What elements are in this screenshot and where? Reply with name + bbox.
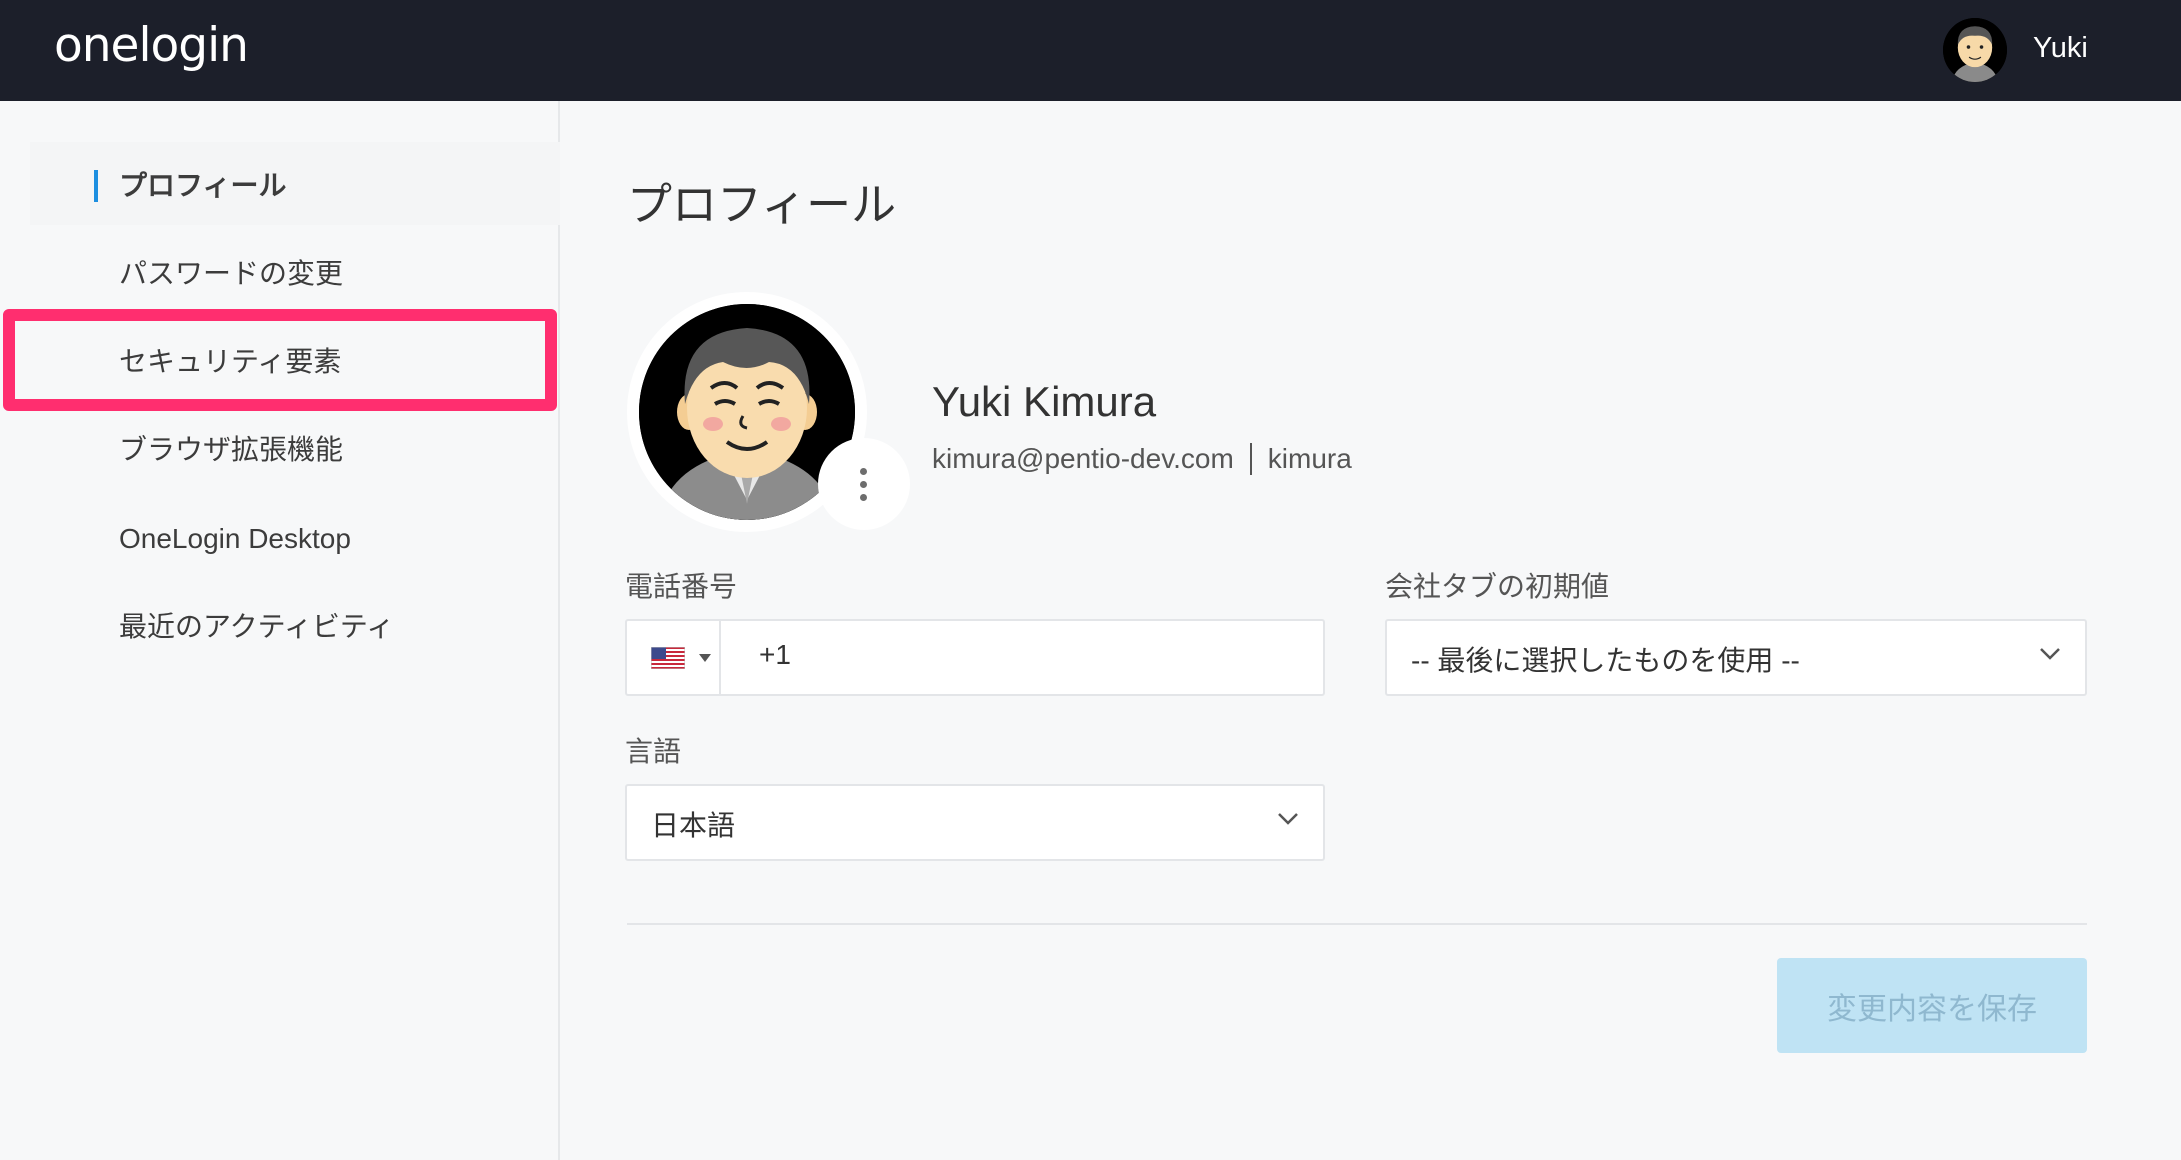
user-avatar[interactable] <box>1943 18 2007 82</box>
language-label: 言語 <box>625 736 682 767</box>
user-login: kimura <box>1267 443 1352 474</box>
page-title: プロフィール <box>627 179 897 230</box>
section-divider <box>627 923 2087 925</box>
sidebar-active-background <box>30 142 560 225</box>
chevron-down-icon <box>2040 648 2060 660</box>
header-username[interactable]: Yuki <box>2033 32 2088 65</box>
user-avatar-image <box>1943 18 2007 82</box>
security-factors-highlight <box>3 309 557 411</box>
sidebar: プロフィール パスワードの変更 セキュリティ要素 ブラウザ拡張機能 OneLog… <box>0 101 560 1160</box>
language-value: 日本語 <box>651 810 736 841</box>
sidebar-item-change-password[interactable]: パスワードの変更 <box>119 254 343 294</box>
meta-separator <box>1249 443 1252 475</box>
sidebar-item-browser-extension[interactable]: ブラウザ拡張機能 <box>119 430 343 470</box>
phone-input[interactable]: +1 <box>759 639 791 671</box>
sidebar-item-onelogin-desktop[interactable]: OneLogin Desktop <box>119 519 351 559</box>
sidebar-active-indicator <box>94 170 98 202</box>
more-vertical-icon <box>860 468 867 475</box>
chevron-down-icon <box>1278 813 1298 825</box>
phone-label: 電話番号 <box>625 571 738 602</box>
user-email: kimura@pentio-dev.com <box>932 443 1234 474</box>
sidebar-item-recent-activity[interactable]: 最近のアクティビティ <box>119 607 394 647</box>
country-code-select[interactable] <box>627 621 721 694</box>
phone-field: +1 <box>625 619 1325 696</box>
user-full-name: Yuki Kimura <box>932 378 1157 425</box>
avatar-options-button[interactable] <box>818 438 910 530</box>
more-vertical-icon-dot <box>860 481 867 488</box>
onelogin-logo[interactable]: onelogin <box>54 18 249 73</box>
more-vertical-icon-dot <box>860 494 867 501</box>
us-flag-icon <box>651 647 685 669</box>
company-tab-label: 会社タブの初期値 <box>1385 571 1610 602</box>
top-bar: onelogin Yuki <box>0 0 2181 101</box>
caret-down-icon <box>699 654 711 662</box>
user-meta: kimura@pentio-dev.com kimura <box>932 443 1352 475</box>
company-tab-value: -- 最後に選択したものを使用 -- <box>1411 645 1800 676</box>
company-tab-select[interactable]: -- 最後に選択したものを使用 -- <box>1385 619 2087 696</box>
sidebar-item-profile[interactable]: プロフィール <box>119 166 286 206</box>
language-select[interactable]: 日本語 <box>625 784 1325 861</box>
save-changes-button[interactable]: 変更内容を保存 <box>1777 958 2087 1053</box>
